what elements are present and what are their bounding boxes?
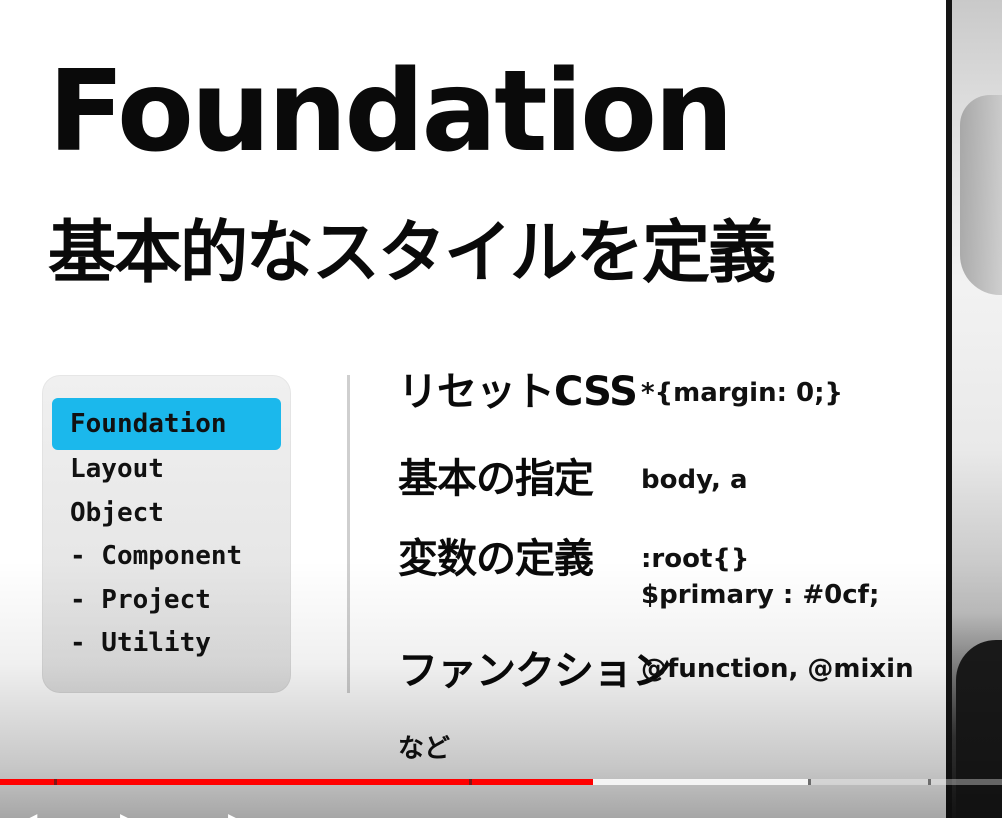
chapter-marker	[54, 779, 57, 785]
chapter-marker	[469, 779, 472, 785]
layer-item-foundation: Foundation	[52, 398, 281, 450]
divider-line	[347, 375, 350, 693]
chapter-marker	[928, 779, 931, 785]
row-code-variables-line1: :root{}	[641, 544, 750, 574]
row-code-functions: @function, @mixin	[641, 654, 914, 684]
layer-list-panel: Foundation Layout Object - Component - P…	[42, 375, 291, 693]
slide-note: など	[398, 734, 451, 764]
layer-item-layout: Layout	[70, 454, 164, 484]
webcam-feed	[952, 0, 1002, 818]
slide-title: Foundation	[48, 47, 734, 177]
layer-item-project: - Project	[70, 585, 211, 615]
layer-item-component: - Component	[70, 541, 243, 571]
chapter-marker	[808, 779, 811, 785]
progress-played	[0, 779, 594, 785]
row-label-functions: ファンクション	[398, 648, 672, 694]
play-icon[interactable]: ▶	[120, 810, 135, 818]
row-code-reset-css: *{margin: 0;}	[641, 378, 844, 408]
slide-subtitle: 基本的なスタイルを定義	[48, 214, 776, 293]
row-code-base: body, a	[641, 465, 748, 495]
row-code-variables-line2: $primary : #0cf;	[641, 580, 880, 610]
row-label-variables: 変数の定義	[398, 536, 594, 582]
progress-bar[interactable]	[0, 779, 1002, 785]
webcam-background-shape	[960, 95, 1002, 295]
slide: Foundation 基本的なスタイルを定義 Foundation Layout…	[0, 0, 946, 818]
video-player[interactable]: Foundation 基本的なスタイルを定義 Foundation Layout…	[0, 0, 1002, 818]
layer-item-utility: - Utility	[70, 628, 211, 658]
next-icon[interactable]: ▶	[228, 810, 243, 818]
row-label-base: 基本の指定	[398, 456, 594, 502]
player-controls: ◀ ▶ ▶	[0, 790, 1002, 818]
row-label-reset-css: リセットCSS	[398, 369, 638, 415]
layer-item-object: Object	[70, 498, 164, 528]
previous-icon[interactable]: ◀	[22, 810, 37, 818]
